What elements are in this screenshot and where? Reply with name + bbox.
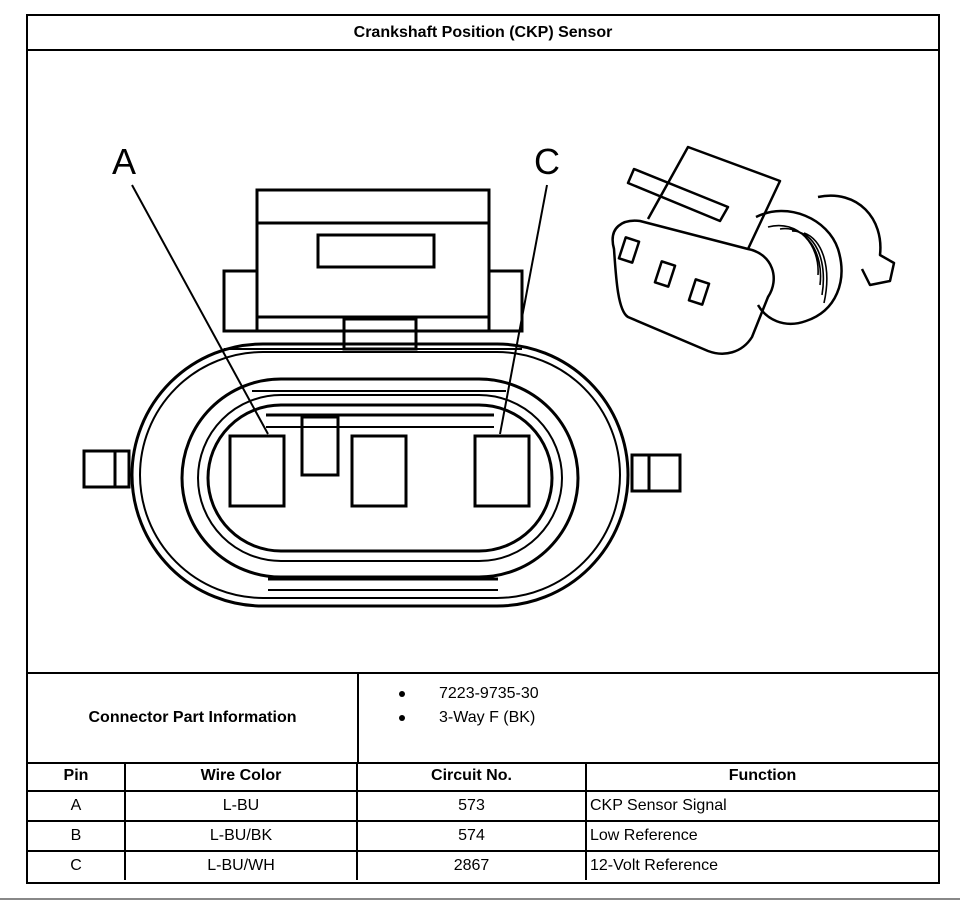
header-function: Function bbox=[585, 762, 938, 792]
connector-drawing: A C bbox=[82, 141, 896, 608]
cell-pin: A bbox=[28, 790, 126, 822]
connector-isometric-view bbox=[611, 145, 896, 355]
seal-ring bbox=[180, 377, 580, 579]
pin-cavity-a bbox=[228, 434, 286, 508]
cell-wire-color: L-BU/BK bbox=[124, 820, 358, 852]
iso-top-housing bbox=[646, 145, 782, 250]
outer-shell bbox=[130, 342, 630, 608]
connector-part-info-row: Connector Part Information 7223-9735-30 … bbox=[28, 674, 938, 764]
cell-wire-color: L-BU bbox=[124, 790, 358, 822]
table-row: C L-BU/WH 2867 12-Volt Reference bbox=[28, 850, 938, 880]
callout-label-a: A bbox=[112, 141, 136, 182]
iso-rear-cap bbox=[817, 194, 896, 287]
key-tab bbox=[300, 415, 340, 477]
header-pin: Pin bbox=[28, 762, 126, 792]
diagram-title: Crankshaft Position (CKP) Sensor bbox=[28, 16, 938, 51]
page-bottom-divider bbox=[0, 898, 960, 900]
iso-lock-lever bbox=[626, 167, 730, 223]
header-circuit-no: Circuit No. bbox=[356, 762, 587, 792]
cell-function: 12-Volt Reference bbox=[585, 850, 938, 880]
table-row: B L-BU/BK 574 Low Reference bbox=[28, 820, 938, 852]
connector-diagram-frame: Crankshaft Position (CKP) Sensor A C Con… bbox=[26, 14, 940, 884]
lock-right-ear bbox=[487, 269, 524, 333]
cell-circuit: 2867 bbox=[356, 850, 587, 880]
connector-face-view bbox=[82, 184, 682, 608]
left-tab bbox=[82, 449, 131, 489]
cell-function: Low Reference bbox=[585, 820, 938, 852]
part-number-item: 7223-9735-30 bbox=[359, 682, 539, 706]
cell-function: CKP Sensor Signal bbox=[585, 790, 938, 822]
iso-seal-body bbox=[755, 209, 843, 326]
callout-leader-c bbox=[499, 184, 548, 435]
lock-window bbox=[316, 233, 436, 269]
right-tab bbox=[630, 453, 682, 493]
table-row: A L-BU 573 CKP Sensor Signal bbox=[28, 790, 938, 822]
connector-part-info-list: 7223-9735-30 3-Way F (BK) bbox=[359, 682, 539, 730]
cell-wire-color: L-BU/WH bbox=[124, 850, 358, 880]
cell-circuit: 573 bbox=[356, 790, 587, 822]
pin-cavity-c bbox=[473, 434, 531, 508]
cell-circuit: 574 bbox=[356, 820, 587, 852]
cavity-outer bbox=[197, 394, 563, 562]
connector-part-info-label: Connector Part Information bbox=[28, 674, 359, 762]
header-wire-color: Wire Color bbox=[124, 762, 358, 792]
iso-pin-cavity-3 bbox=[687, 278, 711, 306]
iso-pin-cavity-1 bbox=[617, 236, 641, 264]
callout-leader-a bbox=[131, 184, 269, 435]
connector-type-item: 3-Way F (BK) bbox=[359, 706, 539, 730]
pin-table-header: Pin Wire Color Circuit No. Function bbox=[28, 762, 938, 792]
connector-figure: A C bbox=[28, 49, 938, 674]
cell-pin: B bbox=[28, 820, 126, 852]
pin-table: Pin Wire Color Circuit No. Function A L-… bbox=[28, 762, 938, 880]
iso-pin-cavity-2 bbox=[653, 260, 677, 288]
lock-left-ear bbox=[222, 269, 259, 333]
cell-pin: C bbox=[28, 850, 126, 880]
callout-label-c: C bbox=[534, 141, 560, 182]
lock-housing bbox=[255, 188, 491, 319]
iso-seal-ribs bbox=[767, 224, 828, 304]
pin-cavity-b bbox=[350, 434, 408, 508]
